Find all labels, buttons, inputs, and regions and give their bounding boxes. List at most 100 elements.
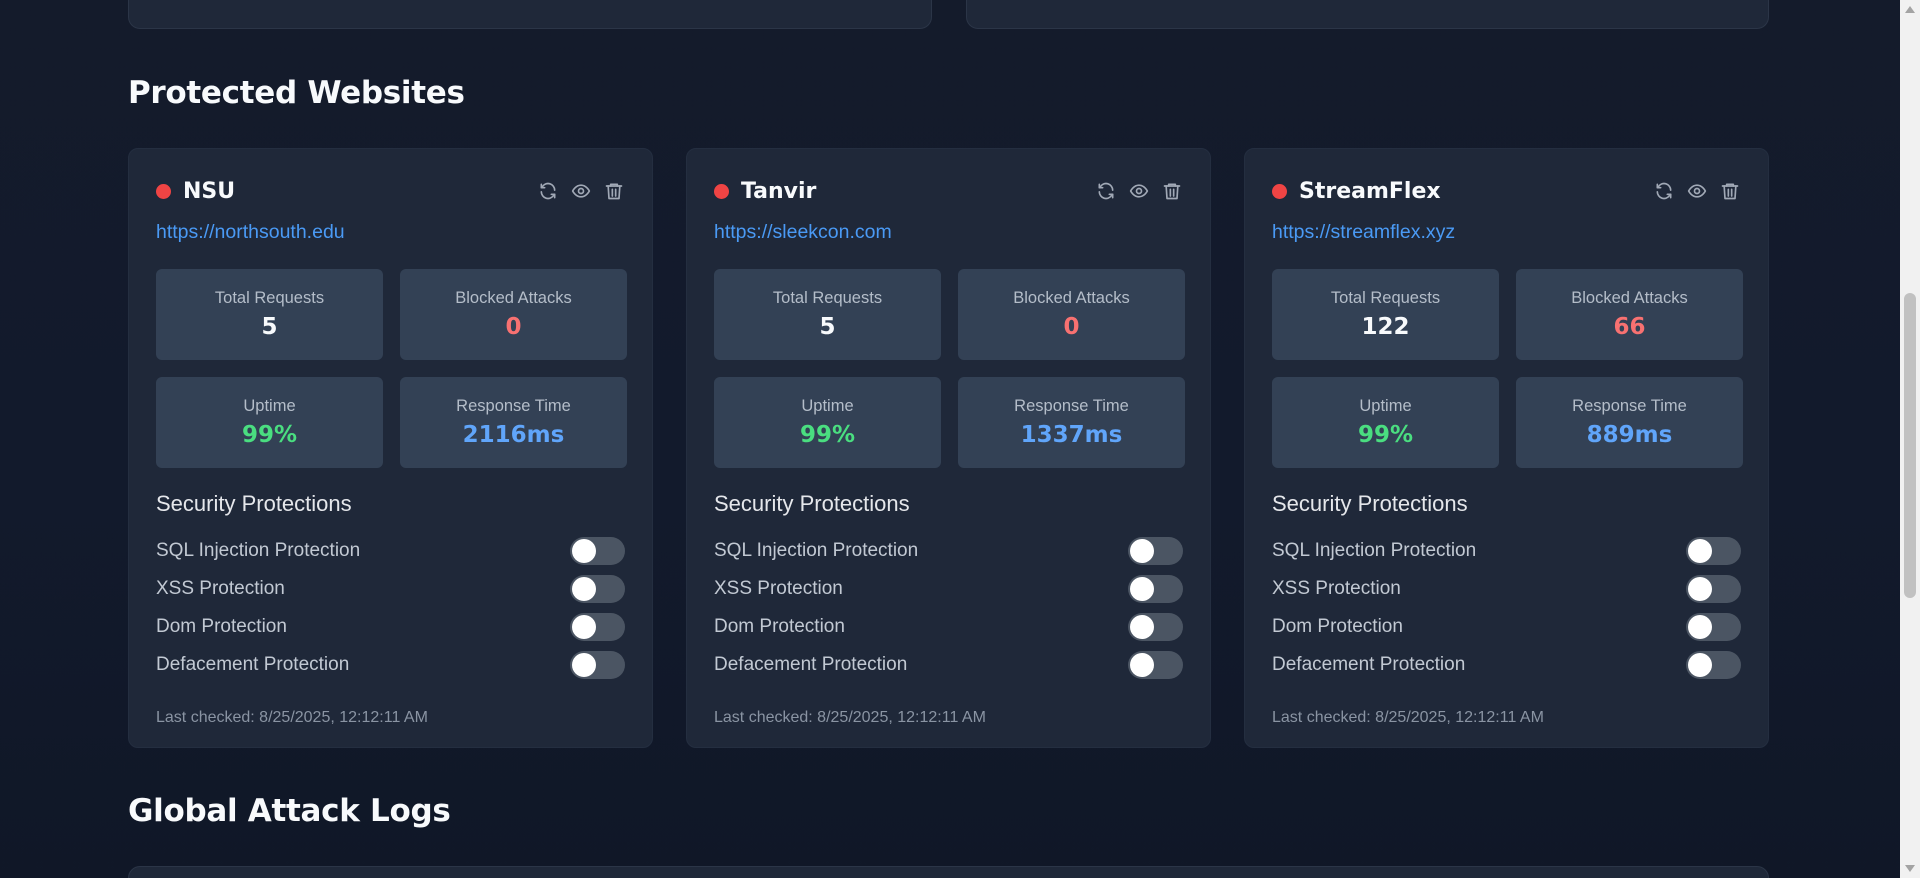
view-button[interactable] [1127,180,1150,203]
protection-label: Dom Protection [714,616,845,637]
protection-row-sql-injection: SQL Injection Protection [714,532,1183,570]
stat-label: Total Requests [772,289,883,307]
dom-toggle[interactable] [1128,613,1183,641]
page-scrollbar[interactable] [1900,0,1920,878]
protection-label: XSS Protection [156,578,285,599]
site-url-link[interactable]: https://streamflex.xyz [1272,221,1741,245]
blocked-attacks-value: 0 [505,314,522,340]
response-time-value: 889ms [1586,422,1673,448]
defacement-toggle[interactable] [1686,651,1741,679]
site-url-link[interactable]: https://northsouth.edu [156,221,625,245]
protection-label: Defacement Protection [1272,654,1466,675]
sql-injection-toggle[interactable] [1686,537,1741,565]
defacement-toggle[interactable] [570,651,625,679]
status-indicator [714,183,729,199]
protection-row-xss: XSS Protection [714,570,1183,608]
last-checked: Last checked: 8/25/2025, 12:12:11 AM [156,709,428,726]
stat-label: Blocked Attacks [1013,289,1130,307]
website-cards: NSU https://northsouth.edu Total Request… [128,148,1769,748]
xss-toggle[interactable] [1686,575,1741,603]
refresh-button[interactable] [1652,180,1675,203]
view-button[interactable] [569,180,592,203]
top-panel-left [128,0,932,29]
defacement-toggle[interactable] [1128,651,1183,679]
top-panel-right [966,0,1769,29]
sql-injection-toggle[interactable] [1128,537,1183,565]
trash-icon [1721,183,1738,200]
uptime-value: 99% [1357,422,1414,448]
dom-toggle[interactable] [570,613,625,641]
toggle-knob [1130,539,1154,563]
response-time-value: 2116ms [462,422,565,448]
stat-label: Response Time [1572,397,1687,415]
site-name: StreamFlex [1299,178,1441,204]
delete-button[interactable] [1160,180,1183,203]
scroll-up-icon[interactable] [1905,6,1915,13]
protection-row-dom: Dom Protection [714,608,1183,646]
site-url-link[interactable]: https://sleekcon.com [714,221,1183,245]
toggle-knob [1130,577,1154,601]
response-time-value: 1337ms [1020,422,1123,448]
protection-label: SQL Injection Protection [1272,540,1477,561]
card-header: NSU [156,175,625,207]
stat-label: Blocked Attacks [1571,289,1688,307]
toggle-knob [1688,539,1712,563]
card-actions [1652,180,1741,203]
scrollbar-thumb[interactable] [1904,293,1916,598]
stat-label: Uptime [243,397,296,415]
protection-label: Dom Protection [156,616,287,637]
protection-row-dom: Dom Protection [1272,608,1741,646]
scroll-down-icon[interactable] [1905,865,1915,872]
eye-icon [1687,184,1706,198]
stat-response-time: Response Time 889ms [1516,377,1743,468]
toggle-knob [572,577,596,601]
view-button[interactable] [1685,180,1708,203]
toggle-knob [1130,615,1154,639]
uptime-value: 99% [799,422,856,448]
protection-list: SQL Injection Protection XSS Protection … [714,532,1183,684]
stat-response-time: Response Time 1337ms [958,377,1185,468]
security-protections-title: Security Protections [714,491,910,516]
protection-label: Defacement Protection [714,654,908,675]
total-requests-value: 122 [1361,314,1410,340]
xss-toggle[interactable] [570,575,625,603]
stats-grid: Total Requests 122 Blocked Attacks 66 Up… [1272,269,1743,468]
xss-toggle[interactable] [1128,575,1183,603]
total-requests-value: 5 [261,314,278,340]
protection-row-sql-injection: SQL Injection Protection [156,532,625,570]
protection-row-defacement: Defacement Protection [714,646,1183,684]
delete-button[interactable] [602,180,625,203]
website-card: NSU https://northsouth.edu Total Request… [128,148,653,748]
refresh-button[interactable] [536,180,559,203]
security-protections-title: Security Protections [156,491,352,516]
blocked-attacks-value: 66 [1613,314,1646,340]
trash-icon [1163,183,1180,200]
stat-blocked-attacks: Blocked Attacks 0 [400,269,627,360]
stat-label: Blocked Attacks [455,289,572,307]
protection-label: XSS Protection [1272,578,1401,599]
protection-row-sql-injection: SQL Injection Protection [1272,532,1741,570]
sql-injection-toggle[interactable] [570,537,625,565]
protection-label: Dom Protection [1272,616,1403,637]
delete-button[interactable] [1718,180,1741,203]
toggle-knob [572,539,596,563]
protection-list: SQL Injection Protection XSS Protection … [156,532,625,684]
stat-label: Uptime [801,397,854,415]
dom-toggle[interactable] [1686,613,1741,641]
toggle-knob [1688,653,1712,677]
protection-label: SQL Injection Protection [714,540,919,561]
website-card: Tanvir https://sleekcon.com Total Reques… [686,148,1211,748]
protection-label: SQL Injection Protection [156,540,361,561]
protection-list: SQL Injection Protection XSS Protection … [1272,532,1741,684]
eye-icon [1129,184,1148,198]
site-name: Tanvir [741,178,817,204]
stats-grid: Total Requests 5 Blocked Attacks 0 Uptim… [714,269,1185,468]
status-indicator [156,183,171,199]
last-checked: Last checked: 8/25/2025, 12:12:11 AM [714,709,986,726]
protection-row-dom: Dom Protection [156,608,625,646]
protection-row-defacement: Defacement Protection [156,646,625,684]
stats-grid: Total Requests 5 Blocked Attacks 0 Uptim… [156,269,627,468]
stat-label: Total Requests [1330,289,1441,307]
refresh-button[interactable] [1094,180,1117,203]
protection-label: Defacement Protection [156,654,350,675]
